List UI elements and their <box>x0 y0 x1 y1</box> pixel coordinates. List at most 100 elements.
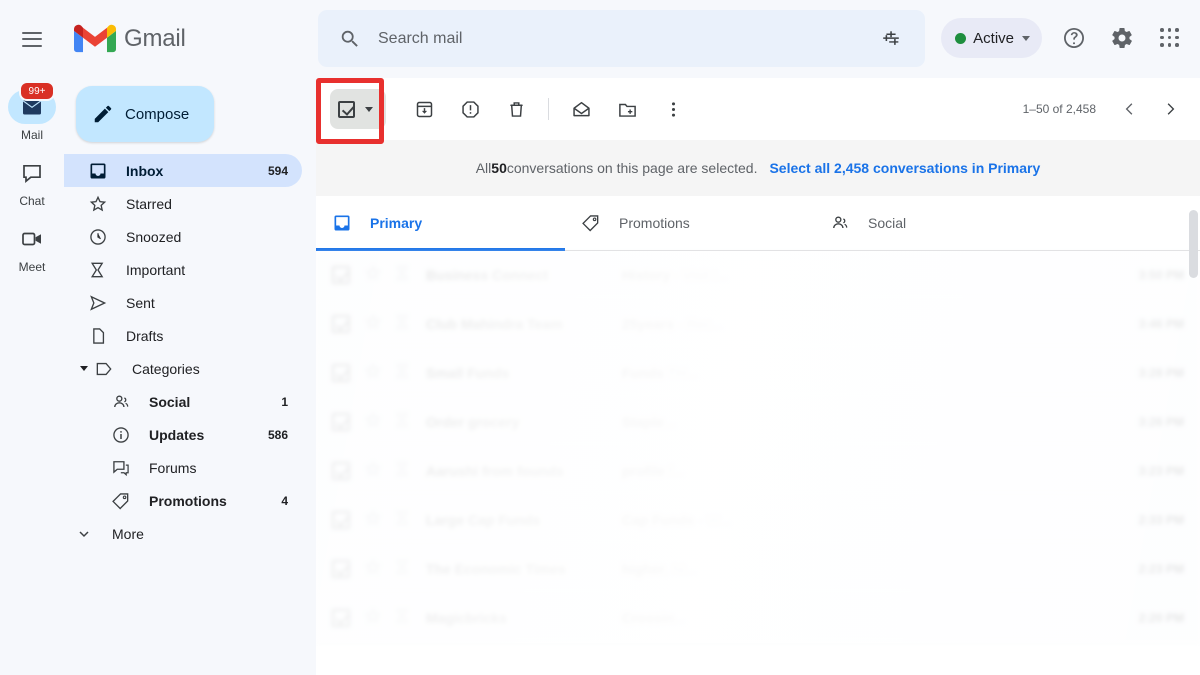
table-row[interactable]: The Economic Times higher, Ni... 2:23 PM <box>316 545 1200 594</box>
sidebar-count-inbox: 594 <box>267 163 288 178</box>
star-icon[interactable] <box>364 264 382 287</box>
sidebar-label-starred: Starred <box>126 195 172 212</box>
help-icon <box>1064 28 1084 48</box>
gmail-logo-icon <box>74 24 116 53</box>
important-marker-icon[interactable] <box>394 411 412 434</box>
important-marker-icon[interactable] <box>394 558 412 581</box>
row-checkbox-checked[interactable] <box>332 364 350 382</box>
row-checkbox-checked[interactable] <box>332 511 350 529</box>
row-checkbox-checked[interactable] <box>332 315 350 333</box>
sidebar-item-snoozed[interactable]: Snoozed <box>64 220 302 253</box>
message-list-scrollbar[interactable] <box>1188 140 1199 675</box>
table-row[interactable]: Club Mahindra Team 25years - Rec... 3:46 P… <box>316 300 1200 349</box>
sidebar-label-social: Social <box>149 393 191 410</box>
message-list: Business Connect History - Visit t... 3:50… <box>316 251 1200 643</box>
tab-label-promotions: Promotions <box>619 215 690 231</box>
sidebar-item-more[interactable]: More <box>64 517 302 550</box>
table-row[interactable]: Aarushi from founds profile f... 3:23 PM <box>316 447 1200 496</box>
newer-page-button[interactable] <box>1110 89 1150 129</box>
sidebar-folder-list: Inbox 594 Starred Snoozed Important Sent… <box>64 154 316 550</box>
trash-icon <box>509 101 523 117</box>
tag-icon <box>111 491 131 511</box>
star-icon[interactable] <box>364 411 382 434</box>
important-marker-icon[interactable] <box>394 607 412 630</box>
row-checkbox-checked[interactable] <box>332 266 350 284</box>
message-list-toolbar: 1–50 of 2,458 <box>316 78 1200 140</box>
star-icon[interactable] <box>364 460 382 483</box>
tab-primary[interactable]: Primary <box>316 196 565 251</box>
row-snippet-text: ... <box>674 610 686 626</box>
row-subject: Staple... <box>622 414 1114 430</box>
hamburger-icon <box>22 31 42 47</box>
star-icon[interactable] <box>364 509 382 532</box>
support-button[interactable] <box>1052 16 1096 60</box>
archive-icon <box>416 101 432 117</box>
rail-mail-icon-wrap: 99+ <box>8 81 56 124</box>
row-subject: Funds TH... <box>622 365 1114 381</box>
table-row[interactable]: Business Connect History - Visit t... 3:50… <box>316 251 1200 300</box>
star-icon[interactable] <box>364 558 382 581</box>
row-checkbox-checked[interactable] <box>332 560 350 578</box>
sidebar-item-inbox[interactable]: Inbox 594 <box>64 154 302 187</box>
star-icon[interactable] <box>364 362 382 385</box>
important-marker-icon[interactable] <box>394 264 412 287</box>
report-spam-button[interactable] <box>450 89 490 129</box>
sidebar-item-social[interactable]: Social 1 <box>64 385 302 418</box>
more-options-button[interactable] <box>653 89 693 129</box>
rail-item-meet[interactable]: Meet <box>4 222 60 274</box>
chevron-down-icon <box>365 106 373 112</box>
archive-button[interactable] <box>404 89 444 129</box>
inbox-tab-icon <box>332 213 352 233</box>
sidebar-item-drafts[interactable]: Drafts <box>64 319 302 352</box>
scrollbar-thumb[interactable] <box>1189 210 1198 278</box>
table-row[interactable]: Large Cap Funds Cap Funds - W... 2:33 PM <box>316 496 1200 545</box>
draft-icon <box>88 326 108 346</box>
send-icon <box>88 293 108 313</box>
google-apps-button[interactable] <box>1148 16 1192 60</box>
gmail-logo-link[interactable]: Gmail <box>74 15 186 63</box>
rail-item-chat[interactable]: Chat <box>4 156 60 208</box>
older-page-button[interactable] <box>1150 89 1190 129</box>
star-icon[interactable] <box>364 607 382 630</box>
table-row[interactable]: Magicbricks Crossin... 2:20 PM <box>316 594 1200 643</box>
sidebar-label-categories: Categories <box>132 360 200 377</box>
search-button[interactable] <box>328 17 372 61</box>
row-sender: Business Connect <box>426 267 549 283</box>
sidebar-item-categories[interactable]: Categories <box>64 352 302 385</box>
sidebar-item-sent[interactable]: Sent <box>64 286 302 319</box>
row-checkbox-checked[interactable] <box>332 413 350 431</box>
status-pill-active[interactable]: Active <box>941 18 1042 58</box>
sidebar-item-promotions[interactable]: Promotions 4 <box>64 484 302 517</box>
select-all-checkbox[interactable] <box>330 89 386 129</box>
report-spam-icon <box>461 100 479 118</box>
tab-social[interactable]: Social <box>814 196 1063 251</box>
row-checkbox-checked[interactable] <box>332 462 350 480</box>
sidebar-item-starred[interactable]: Starred <box>64 187 302 220</box>
row-checkbox-checked[interactable] <box>332 609 350 627</box>
sidebar-item-updates[interactable]: Updates 586 <box>64 418 302 451</box>
row-subject: profile f... <box>622 463 1114 479</box>
search-input[interactable] <box>372 18 869 59</box>
table-row[interactable]: Small Funds Funds TH... 3:28 PM <box>316 349 1200 398</box>
settings-button[interactable] <box>1100 16 1144 60</box>
search-options-button[interactable] <box>869 17 913 61</box>
search-bar[interactable] <box>318 10 925 67</box>
delete-button[interactable] <box>496 89 536 129</box>
sidebar-item-important[interactable]: Important <box>64 253 302 286</box>
important-marker-icon[interactable] <box>394 460 412 483</box>
table-row[interactable]: Order grocery Staple... 3:26 PM <box>316 398 1200 447</box>
important-marker-icon[interactable] <box>394 313 412 336</box>
select-all-conversations-link[interactable]: Select all 2,458 conversations in Primar… <box>769 160 1040 176</box>
rail-item-mail[interactable]: 99+ Mail <box>4 81 60 142</box>
people-icon <box>111 392 131 412</box>
compose-button[interactable]: Compose <box>76 86 214 142</box>
important-marker-icon[interactable] <box>394 362 412 385</box>
mark-as-unread-button[interactable] <box>561 89 601 129</box>
rail-label-mail: Mail <box>20 128 43 142</box>
sidebar-item-forums[interactable]: Forums <box>64 451 302 484</box>
main-menu-button[interactable] <box>8 15 56 63</box>
tab-promotions[interactable]: Promotions <box>565 196 814 251</box>
move-to-button[interactable] <box>607 89 647 129</box>
important-marker-icon[interactable] <box>394 509 412 532</box>
star-icon[interactable] <box>364 313 382 336</box>
